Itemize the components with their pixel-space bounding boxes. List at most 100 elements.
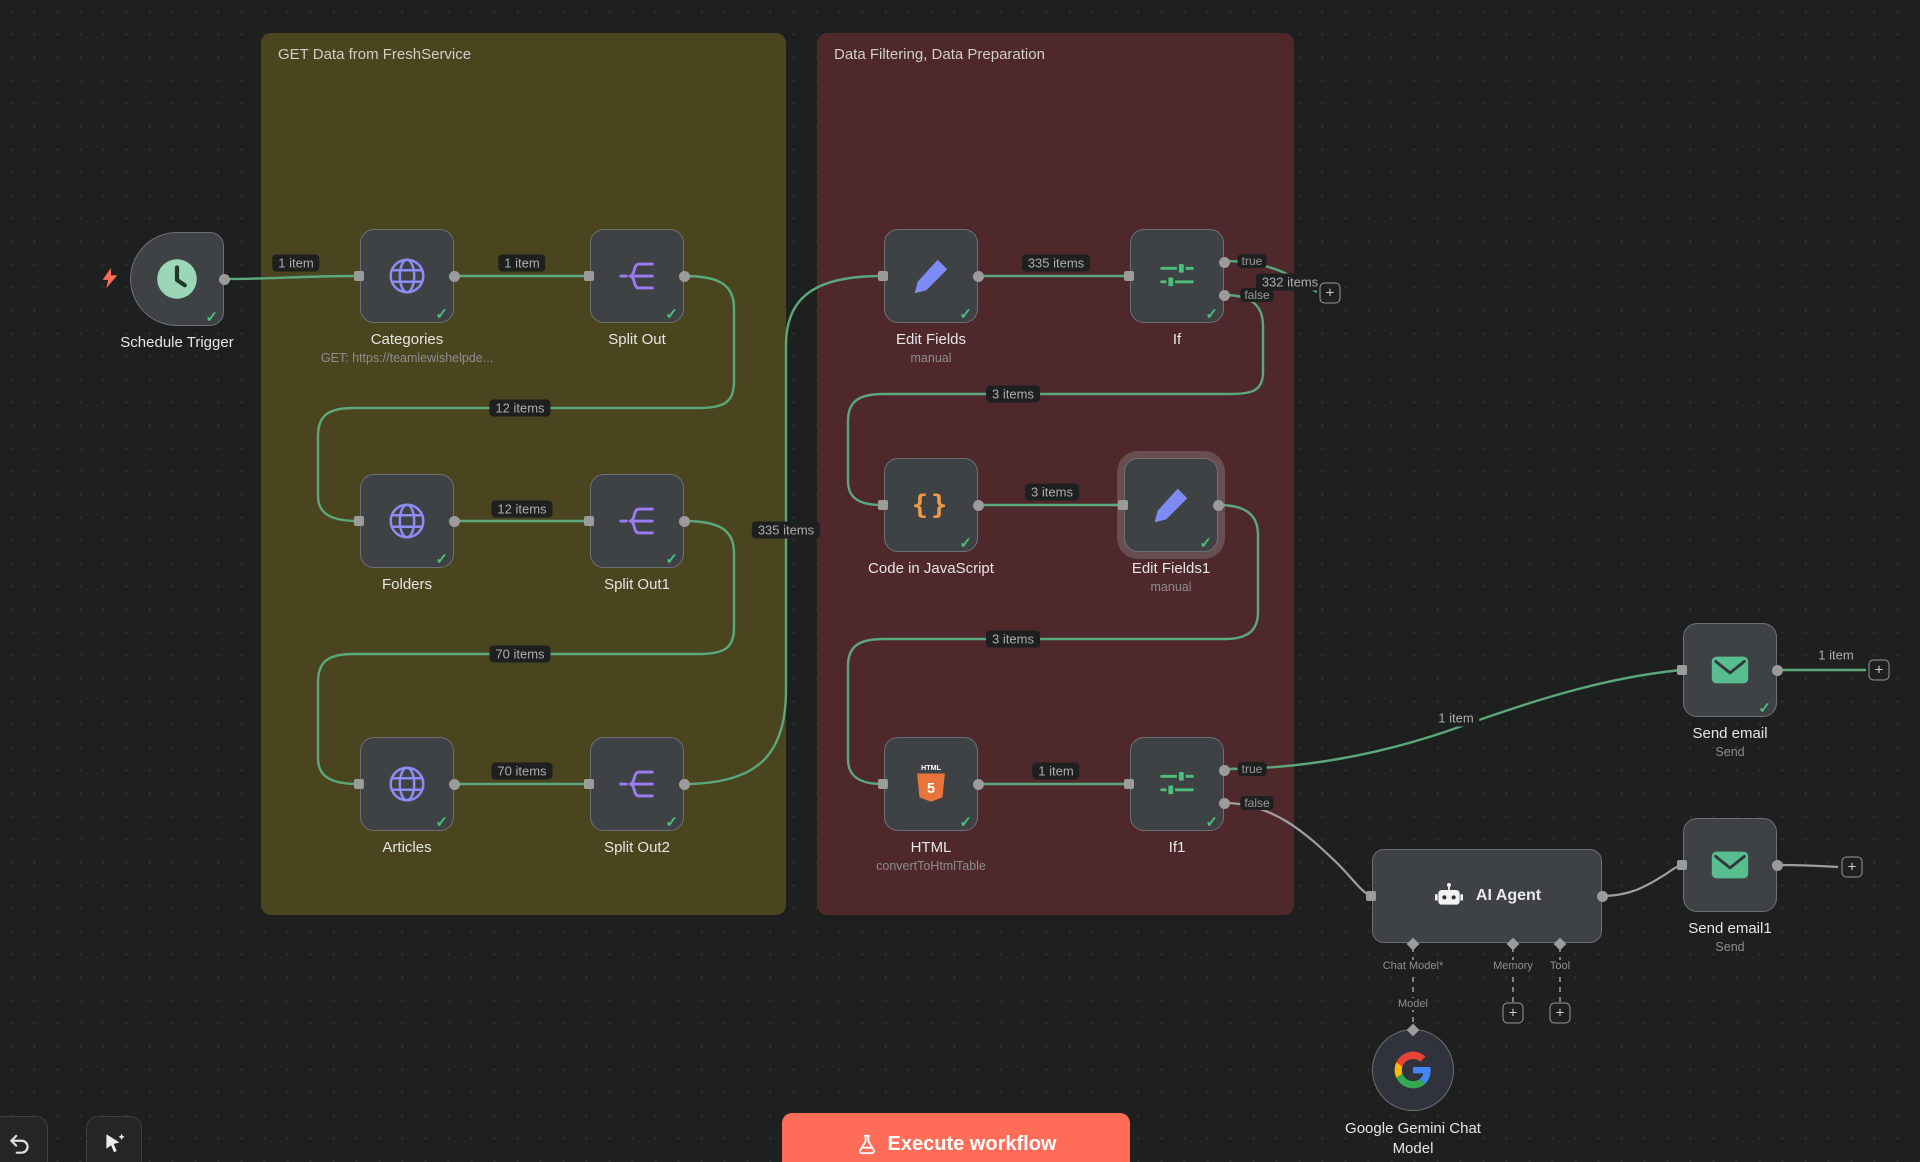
globe-icon xyxy=(384,253,430,299)
add-node-button[interactable]: + xyxy=(1869,660,1890,681)
node-split-out2[interactable]: ✓ xyxy=(590,737,684,831)
output-port[interactable] xyxy=(679,779,690,790)
chat-model-port-label: Chat Model* xyxy=(1380,960,1447,972)
node-categories[interactable]: ✓ xyxy=(360,229,454,323)
connection-sendemail1-plus[interactable] xyxy=(1777,865,1838,867)
input-port[interactable] xyxy=(1124,779,1134,789)
success-check-icon: ✓ xyxy=(205,308,218,326)
input-port[interactable] xyxy=(1366,891,1376,901)
output-port[interactable] xyxy=(679,516,690,527)
node-schedule-trigger[interactable]: ✓ xyxy=(130,232,224,326)
edge-label: 1 item xyxy=(498,255,545,272)
input-port[interactable] xyxy=(584,779,594,789)
output-port-false[interactable] xyxy=(1219,290,1230,301)
input-port[interactable] xyxy=(878,500,888,510)
clock-icon xyxy=(152,254,202,304)
node-label-edit-fields: Edit Fields manual xyxy=(896,331,966,365)
input-port[interactable] xyxy=(878,271,888,281)
edge-label: 1 item xyxy=(1812,647,1859,664)
node-if1[interactable]: ✓ xyxy=(1130,737,1224,831)
node-label-if: If xyxy=(1173,331,1181,348)
add-memory-button[interactable]: + xyxy=(1503,1003,1524,1024)
add-node-button[interactable]: + xyxy=(1842,857,1863,878)
output-port[interactable] xyxy=(449,516,460,527)
node-send-email1[interactable] xyxy=(1683,818,1777,912)
output-port-false[interactable] xyxy=(1219,798,1230,809)
success-check-icon: ✓ xyxy=(665,305,678,323)
input-port[interactable] xyxy=(1677,665,1687,675)
node-html[interactable]: ✓ xyxy=(884,737,978,831)
connections-layer xyxy=(0,0,1920,1162)
node-folders[interactable]: ✓ xyxy=(360,474,454,568)
tool-port-label: Tool xyxy=(1547,960,1573,972)
output-port[interactable] xyxy=(219,274,230,285)
input-port[interactable] xyxy=(354,516,364,526)
success-check-icon: ✓ xyxy=(665,813,678,831)
node-ai-agent[interactable]: AI Agent xyxy=(1372,849,1602,943)
input-port[interactable] xyxy=(1124,271,1134,281)
filter-if-icon xyxy=(1154,761,1200,807)
connection-trigger-categories[interactable] xyxy=(224,276,358,279)
input-port[interactable] xyxy=(1118,500,1128,510)
node-edit-fields1[interactable]: ✓ xyxy=(1124,458,1218,552)
success-check-icon: ✓ xyxy=(665,550,678,568)
success-check-icon: ✓ xyxy=(959,534,972,552)
execute-workflow-button[interactable]: Execute workflow xyxy=(782,1113,1130,1162)
output-port[interactable] xyxy=(679,271,690,282)
output-port-true[interactable] xyxy=(1219,257,1230,268)
input-port[interactable] xyxy=(354,779,364,789)
edge-label: 1 item xyxy=(272,255,319,272)
input-port[interactable] xyxy=(1677,860,1687,870)
input-port[interactable] xyxy=(878,779,888,789)
node-code-in-javascript[interactable]: {} ✓ xyxy=(884,458,978,552)
workflow-canvas[interactable]: HTML 5 xyxy=(0,0,1920,1162)
success-check-icon: ✓ xyxy=(1758,699,1771,717)
globe-icon xyxy=(384,761,430,807)
success-check-icon: ✓ xyxy=(1205,305,1218,323)
node-edit-fields[interactable]: ✓ xyxy=(884,229,978,323)
node-if[interactable]: ✓ xyxy=(1130,229,1224,323)
add-node-button[interactable]: + xyxy=(1320,283,1341,304)
node-split-out[interactable]: ✓ xyxy=(590,229,684,323)
output-port[interactable] xyxy=(1772,665,1783,676)
model-port-label: Model xyxy=(1395,998,1431,1010)
node-articles[interactable]: ✓ xyxy=(360,737,454,831)
node-label-schedule-trigger: Schedule Trigger xyxy=(120,334,233,351)
output-port[interactable] xyxy=(449,779,460,790)
flask-icon xyxy=(856,1132,878,1156)
undo-icon xyxy=(7,1131,33,1157)
output-true-label: true xyxy=(1238,254,1267,268)
output-port[interactable] xyxy=(449,271,460,282)
node-label-send-email1: Send email1 Send xyxy=(1688,920,1771,954)
execute-workflow-label: Execute workflow xyxy=(888,1133,1057,1156)
node-google-gemini-chat-model[interactable] xyxy=(1372,1029,1454,1111)
input-port[interactable] xyxy=(584,271,594,281)
output-true-label: true xyxy=(1238,762,1267,776)
output-port[interactable] xyxy=(973,271,984,282)
output-port[interactable] xyxy=(973,500,984,511)
edge-label: 3 items xyxy=(986,631,1040,648)
node-split-out1[interactable]: ✓ xyxy=(590,474,684,568)
node-label-articles: Articles xyxy=(382,839,431,856)
input-port[interactable] xyxy=(584,516,594,526)
edge-label: 70 items xyxy=(491,763,552,780)
connection-if1-false-aiagent[interactable] xyxy=(1224,803,1370,896)
edge-label: 332 items xyxy=(1256,274,1324,291)
pencil-icon xyxy=(1148,482,1194,528)
robot-icon xyxy=(1433,880,1465,912)
add-tool-button[interactable]: + xyxy=(1550,1003,1571,1024)
undo-button[interactable] xyxy=(0,1116,48,1162)
success-check-icon: ✓ xyxy=(435,305,448,323)
connection-aiagent-sendemail1[interactable] xyxy=(1602,865,1681,896)
output-port[interactable] xyxy=(1597,891,1608,902)
output-port[interactable] xyxy=(1213,500,1224,511)
code-braces-icon: {} xyxy=(912,490,951,521)
tidy-up-button[interactable] xyxy=(86,1116,142,1162)
node-label-categories: Categories GET: https://teamlewishelpde.… xyxy=(321,331,493,365)
output-port-true[interactable] xyxy=(1219,765,1230,776)
node-send-email[interactable]: ✓ xyxy=(1683,623,1777,717)
output-port[interactable] xyxy=(1772,860,1783,871)
input-port[interactable] xyxy=(354,271,364,281)
globe-icon xyxy=(384,498,430,544)
output-port[interactable] xyxy=(973,779,984,790)
